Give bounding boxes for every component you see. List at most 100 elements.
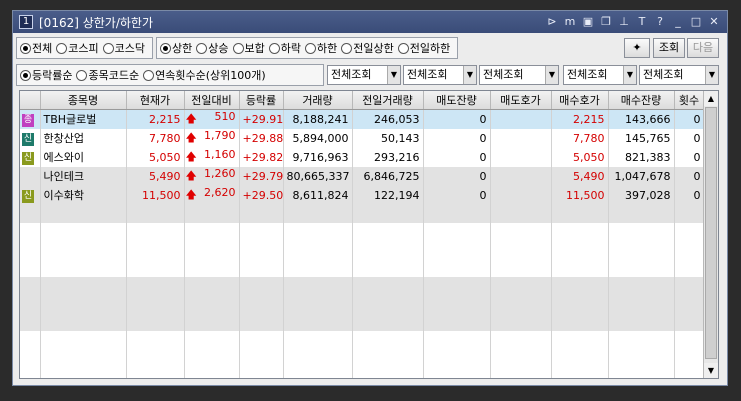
cell-ask [490,276,552,295]
sort-radio-1[interactable]: 종목코드순 [76,67,139,83]
row-mark [20,366,41,378]
col-header[interactable]: 전일대비 [184,91,240,110]
table-header: 종목명 현재가 전일대비 등락률 거래량 전일거래량 매도잔량 매도호가 매수호… [20,91,705,110]
cell-ask [490,312,552,331]
radio-dot-icon [196,42,208,54]
table-row[interactable] [20,276,705,295]
sort-radio-0[interactable]: 등락률순 [20,67,72,83]
condition-radio-0[interactable]: 상한 [160,40,192,56]
condition-radio-3[interactable]: 하락 [268,40,301,56]
col-header[interactable]: 매도호가 [490,91,552,110]
next-button[interactable]: 다음 [687,38,719,58]
filter-select-4[interactable]: 전체조회 ▼ [563,65,637,85]
pin-icon[interactable]: ⊥ [617,14,631,29]
copy-icon[interactable]: ❐ [599,14,613,29]
scroll-thumb[interactable] [705,107,717,359]
table-row[interactable]: 신 에스와이 5,050 🡅 1,160 +29.82 9,716,963 293,216 0 5… [20,147,705,167]
filter-select-1[interactable]: 전체조회 ▼ [327,65,401,85]
cell-bid_qty [608,258,675,277]
vertical-scrollbar[interactable]: ▲ ▼ [703,91,718,378]
row-mark [20,294,41,313]
sort-radio-2[interactable]: 연속횟수순(상위100개) [143,67,266,83]
cell-bid_qty [608,240,675,259]
chevron-down-icon: ▼ [705,66,718,84]
cell-diff [184,348,240,367]
market-radio-2[interactable]: 코스닥 [102,40,145,56]
condition-radio-6[interactable]: 전일하한 [397,40,450,56]
col-header[interactable]: 종목명 [40,91,127,110]
cell-bid_qty: 143,666 [608,109,675,129]
table-row[interactable] [20,348,705,367]
condition-radio-1[interactable]: 상승 [196,40,229,56]
filter-select-3[interactable]: 전체조회 ▼ [479,65,559,85]
cell-count [674,330,705,349]
table-row[interactable]: 신 이수화학 11,500 🡅 2,620 +29.50 8,611,824 122,194 0… [20,185,705,205]
table-row[interactable]: 신 한창산업 7,780 🡅 1,790 +29.88 5,894,000 50,143 0 7,… [20,128,705,148]
radio-dot-icon [20,69,31,81]
table-row[interactable]: 나인테크 5,490 🡅 1,260 +29.79 80,665,337 6,846,725… [20,166,705,186]
table-row[interactable] [20,330,705,349]
upper-lower-limit-window: 1 [0162] 상한가/하한가 ⊳ m ▣ ❐ ⊥ T ? _ □ ✕ 전체 코… [12,10,728,386]
cell-name [40,258,127,277]
cell-bid: 11,500 [551,185,609,205]
cell-prev_volume: 293,216 [352,147,424,167]
col-header[interactable]: 거래량 [283,91,353,110]
table-row[interactable] [20,222,705,241]
cell-bid [551,330,609,349]
scroll-down-icon[interactable]: ▼ [704,363,718,378]
cell-bid_qty [608,294,675,313]
cell-bid_qty: 1,047,678 [608,166,675,186]
cell-ask [490,240,552,259]
up-arrow-icon: 🡅 [185,111,197,125]
filter-select-5[interactable]: 전체조회 ▼ [639,65,719,85]
m-icon[interactable]: m [563,14,577,29]
table-row[interactable] [20,204,705,223]
col-header[interactable]: 등락률 [239,91,284,110]
close-icon[interactable]: ✕ [707,14,721,29]
chevron-down-icon: ▼ [623,66,636,84]
title-bar[interactable]: 1 [0162] 상한가/하한가 ⊳ m ▣ ❐ ⊥ T ? _ □ ✕ [13,11,727,33]
cell-ask_qty [423,330,491,349]
help-icon[interactable]: ? [653,14,667,29]
query-button[interactable]: 조회 [653,38,685,58]
radio-label: 상승 [208,42,229,55]
table-row[interactable] [20,312,705,331]
col-header[interactable]: 매수잔량 [608,91,675,110]
table-row[interactable]: 종 TBH글로벌 2,215 🡅 510 +29.91 8,188,241 246,053 0 2… [20,109,705,129]
settings-button[interactable]: ✦ [624,38,650,58]
col-header[interactable]: 매도잔량 [423,91,491,110]
row-mark [20,330,41,349]
up-arrow-icon: 🡅 [185,187,197,201]
cell-bid: 5,050 [551,147,609,167]
cell-name [40,204,127,223]
table-row[interactable] [20,294,705,313]
minimize-icon[interactable]: _ [671,14,685,29]
table-row[interactable] [20,366,705,378]
market-radio-0[interactable]: 전체 [20,40,52,56]
condition-radio-2[interactable]: 보합 [232,40,265,56]
cell-count [674,366,705,378]
cell-name [40,366,127,378]
cell-ask [490,128,552,148]
col-header[interactable]: 횟수 [674,91,705,110]
table-row[interactable] [20,240,705,259]
col-header[interactable]: 매수호가 [551,91,609,110]
cell-count: 0 [674,109,705,129]
layout-icon[interactable]: ▣ [581,14,595,29]
radio-label: 상한 [172,42,193,55]
condition-radio-4[interactable]: 하한 [305,40,337,56]
scroll-up-icon[interactable]: ▲ [704,91,718,106]
table-row[interactable] [20,258,705,277]
row-mark [20,204,41,223]
filter-select-2[interactable]: 전체조회 ▼ [403,65,477,85]
col-header[interactable]: 현재가 [126,91,185,110]
font-icon[interactable]: T [635,14,649,29]
cell-ask [490,348,552,367]
market-radio-1[interactable]: 코스피 [56,40,99,56]
condition-radio-5[interactable]: 전일상한 [341,40,394,56]
col-header[interactable]: 전일거래량 [352,91,424,110]
maximize-icon[interactable]: □ [689,14,703,29]
link-icon[interactable]: ⊳ [545,14,559,29]
cell-count [674,348,705,367]
cell-rate [239,204,284,223]
